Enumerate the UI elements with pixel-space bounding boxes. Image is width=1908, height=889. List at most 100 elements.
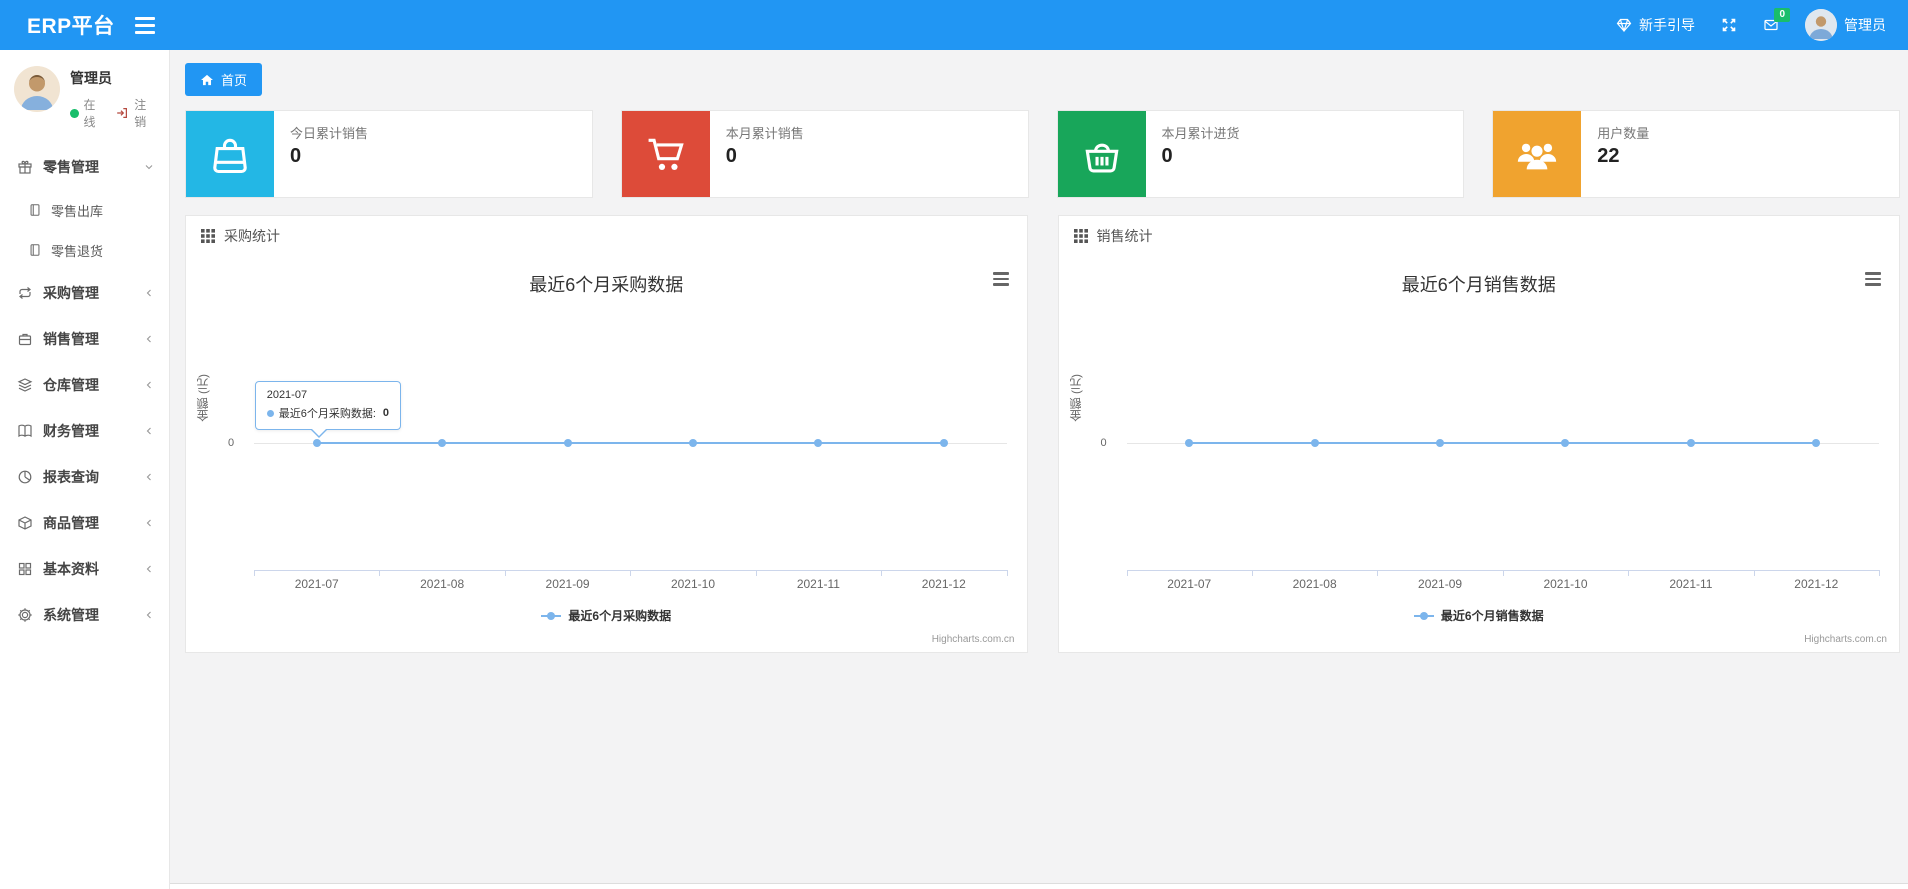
x-axis-labels: 2021-07 2021-08 2021-09 2021-10 2021-11 2021-…: [1127, 577, 1880, 591]
sidebar-item-label: 零售管理: [43, 159, 99, 175]
fullscreen-button[interactable]: [1721, 17, 1737, 33]
chevron-left-icon: [146, 427, 151, 435]
chart-title: 最近6个月采购数据: [529, 275, 684, 295]
footer-divider: [170, 883, 1908, 889]
avatar: [14, 66, 60, 112]
x-axis-tick: [1251, 570, 1253, 576]
tooltip-value: 0: [382, 407, 390, 419]
data-point[interactable]: [1310, 439, 1319, 447]
legend-label: 最近6个月销售数据: [1440, 609, 1544, 623]
sidebar-toggle-icon[interactable]: [134, 12, 161, 38]
stat-cards: 今日累计销售 0 本月累计销售 0 本月累计进货 0 用户数量 22: [185, 110, 1900, 198]
sidebar-item-retail[interactable]: 零售管理: [0, 144, 169, 190]
data-point[interactable]: [1436, 439, 1445, 447]
sidebar-item-purchase[interactable]: 采购管理: [0, 270, 169, 316]
repeat-icon: [19, 287, 31, 299]
journal-icon: [30, 244, 40, 256]
tab-home[interactable]: 首页: [185, 63, 263, 96]
stat-label: 今日累计销售: [290, 126, 369, 141]
sidebar-item-reports[interactable]: 报表查询: [0, 454, 169, 500]
stat-value: 0: [725, 145, 737, 167]
x-axis-tick: [254, 570, 255, 576]
x-axis-tick: [881, 570, 883, 576]
data-point[interactable]: [1812, 439, 1821, 447]
x-axis-tick: [379, 570, 381, 576]
retail-submenu: 零售出库 零售退货: [0, 190, 169, 270]
data-point[interactable]: [939, 439, 948, 447]
data-point[interactable]: [312, 439, 321, 447]
stat-label: 用户数量: [1597, 126, 1650, 141]
highcharts-credits-link[interactable]: Highcharts.com.cn: [932, 634, 1015, 645]
chevron-left-icon: [146, 519, 151, 527]
cart-icon: [621, 111, 710, 197]
sidebar-item-finance[interactable]: 财务管理: [0, 408, 169, 454]
legend-symbol: [1413, 611, 1434, 621]
legend-item[interactable]: 最近6个月销售数据: [1059, 607, 1900, 624]
data-point[interactable]: [1185, 439, 1194, 447]
chevron-left-icon: [146, 611, 151, 619]
th-grid-icon: [1073, 229, 1088, 243]
x-axis-label: 2021-08: [420, 577, 465, 591]
panel-title: 销售统计: [1096, 228, 1153, 244]
x-axis-tick: [1006, 570, 1008, 576]
series-line: [1189, 442, 1817, 444]
x-axis-labels: 2021-07 2021-08 2021-09 2021-10 2021-11 2021-…: [254, 577, 1007, 591]
bag-icon: [186, 111, 274, 197]
stat-label: 本月累计进货: [1161, 126, 1240, 141]
sidebar-item-retail-return[interactable]: 零售退货: [0, 230, 169, 270]
purchase-stats-panel: 采购统计 最近6个月采购数据 金额 (元) 0 2021-07 2021-08 20…: [185, 215, 1028, 653]
sidebar-item-retail-outbound[interactable]: 零售出库: [0, 190, 169, 230]
x-axis-label: 2021-10: [1543, 577, 1588, 591]
sidebar-item-label: 销售管理: [43, 331, 99, 347]
pie-chart-icon: [18, 470, 32, 484]
data-point[interactable]: [438, 439, 447, 447]
app-brand: ERP平台: [27, 15, 115, 38]
data-point[interactable]: [1561, 439, 1570, 447]
sidebar-item-basic-data[interactable]: 基本资料: [0, 546, 169, 592]
breadcrumb: 首页: [185, 63, 1900, 96]
main-content: 首页 今日累计销售 0 本月累计销售 0 本月累计进货 0 用户数量 22 采购…: [170, 50, 1908, 889]
data-point[interactable]: [688, 439, 697, 447]
legend-item[interactable]: 最近6个月采购数据: [186, 607, 1027, 624]
book-icon: [18, 424, 32, 438]
messages-button[interactable]: 0: [1763, 8, 1790, 33]
sidebar-item-warehouse[interactable]: 仓库管理: [0, 362, 169, 408]
x-axis-label: 2021-07: [294, 577, 339, 591]
sidebar-item-system[interactable]: 系统管理: [0, 592, 169, 638]
x-axis-tick: [1628, 570, 1630, 576]
x-axis-label: 2021-09: [545, 577, 590, 591]
sidebar-item-label: 系统管理: [43, 607, 99, 623]
layers-icon: [17, 378, 33, 392]
sidebar-item-sales[interactable]: 销售管理: [0, 316, 169, 362]
users-icon: [1493, 111, 1582, 197]
stat-card-user-count: 用户数量 22: [1492, 110, 1900, 198]
x-axis-tick: [1753, 570, 1755, 576]
x-axis-label: 2021-12: [1794, 577, 1839, 591]
user-menu[interactable]: 管理员: [1805, 9, 1886, 41]
data-point[interactable]: [563, 439, 572, 447]
username: 管理员: [1844, 17, 1886, 33]
tooltip-series-label: 最近6个月采购数据:: [278, 408, 376, 420]
grid-icon: [18, 562, 32, 576]
x-axis-tick: [755, 570, 757, 576]
x-axis-label: 2021-08: [1292, 577, 1337, 591]
data-point[interactable]: [1686, 439, 1695, 447]
th-grid-icon: [201, 229, 215, 243]
sales-stats-panel: 销售统计 最近6个月销售数据 金额 (元) 0 2021-07 2021-08 20…: [1057, 215, 1900, 653]
purchase-chart: 最近6个月采购数据 金额 (元) 0 2021-07 2021-08 2021-09…: [186, 256, 1027, 652]
sidebar-item-products[interactable]: 商品管理: [0, 500, 169, 546]
highcharts-credits-link[interactable]: Highcharts.com.cn: [1804, 634, 1887, 645]
chart-export-menu-icon[interactable]: [1861, 270, 1885, 288]
chart-export-menu-icon[interactable]: [989, 270, 1013, 288]
journal-icon: [30, 204, 40, 216]
guide-button[interactable]: 新手引导: [1616, 15, 1695, 35]
chevron-left-icon: [146, 289, 151, 297]
logout-label[interactable]: 注销: [134, 96, 157, 130]
chevron-down-icon: [145, 165, 153, 170]
sidebar-username: 管理员: [70, 70, 112, 86]
tab-home-label: 首页: [221, 73, 248, 88]
data-point[interactable]: [814, 439, 823, 447]
chart-title: 最近6个月销售数据: [1401, 275, 1556, 295]
basket-icon: [1057, 111, 1146, 197]
sidebar-item-label: 采购管理: [43, 285, 99, 301]
